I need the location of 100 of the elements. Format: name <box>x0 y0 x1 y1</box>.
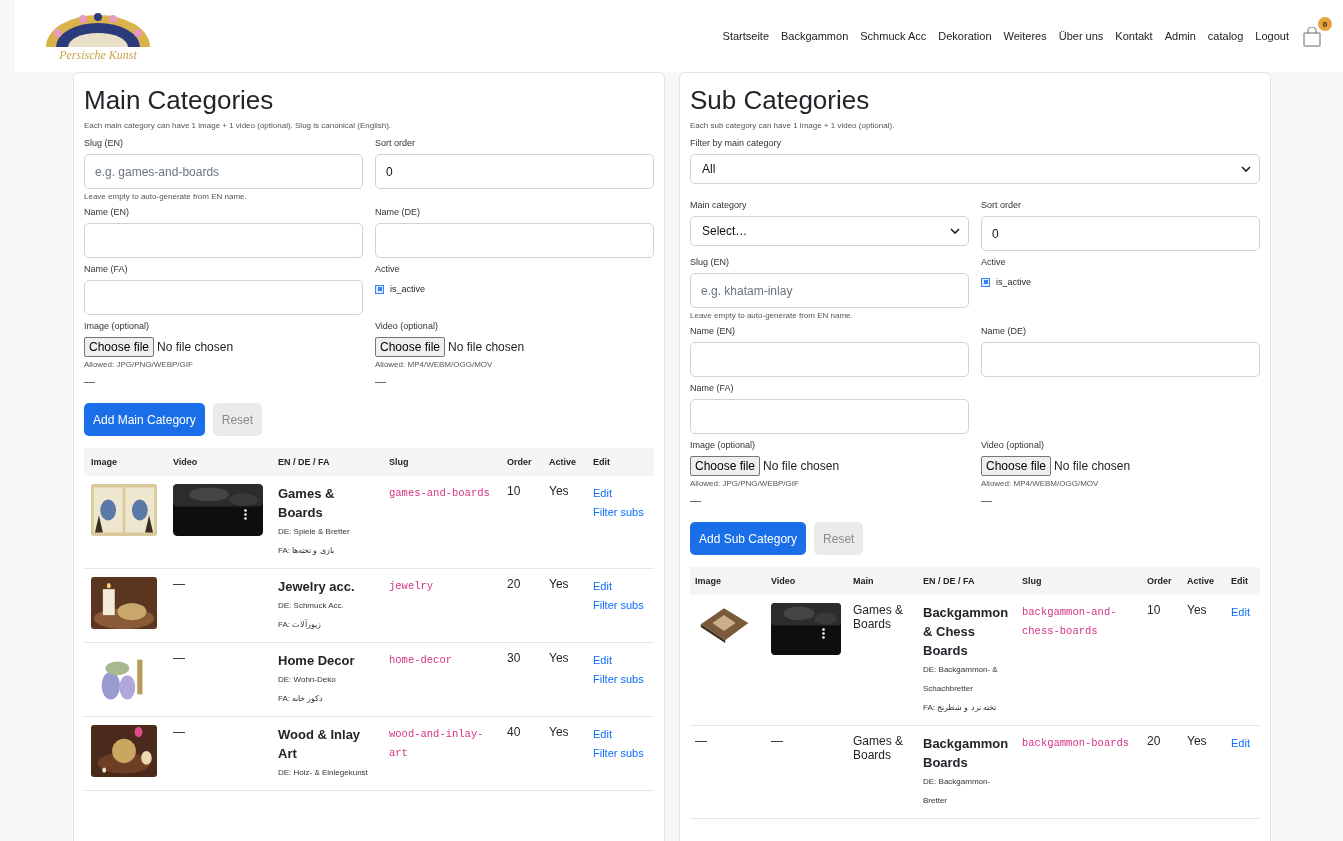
table-link[interactable]: Edit <box>593 484 647 503</box>
column-header: Order <box>1142 567 1182 595</box>
column-header: Main <box>848 567 918 595</box>
active-text: Yes <box>549 651 569 665</box>
empty-dash: — <box>695 734 708 748</box>
field-label: Image (optional) <box>690 440 757 450</box>
chevron-icon <box>950 227 960 235</box>
field-label: Slug (EN) <box>84 138 124 148</box>
field-label: Name (EN) <box>690 326 736 336</box>
slug-text: backgammon-boards <box>1022 737 1130 749</box>
field-label: Sort order <box>375 138 417 148</box>
field-hint: Allowed: MP4/WEBM/OGG/MOV <box>375 360 494 369</box>
text-field[interactable] <box>84 223 363 258</box>
text-field[interactable] <box>690 399 969 434</box>
select-field[interactable]: All <box>690 154 1260 184</box>
nav-link[interactable]: Admin <box>1164 30 1196 42</box>
empty-dash: — <box>771 734 784 748</box>
field-label: Name (EN) <box>84 207 130 217</box>
slug-text: jewelry <box>389 580 434 592</box>
table-link[interactable]: Filter subs <box>593 596 647 615</box>
persian-name: FA: بازی و تخته‌ها <box>278 545 335 557</box>
add-button[interactable]: Add Sub Category <box>690 522 807 555</box>
nav-link[interactable]: Logout <box>1255 30 1289 42</box>
category-name: Backgammon & Chess Boards <box>923 604 1010 660</box>
checkbox[interactable] <box>981 277 990 287</box>
category-name: Home Decor <box>278 652 356 670</box>
active-text: Yes <box>1187 734 1207 748</box>
checkbox[interactable] <box>375 284 384 294</box>
column-header: Active <box>542 448 586 476</box>
text-field[interactable]: e.g. games-and-boards <box>84 154 363 189</box>
column-header: Video <box>166 448 271 476</box>
text-field[interactable] <box>690 342 969 377</box>
add-button[interactable]: Add Main Category <box>84 403 205 436</box>
german-name: DE: Schmuck Acc. <box>278 600 345 612</box>
nav-link[interactable]: Weiteres <box>1003 30 1047 42</box>
column-header: EN / DE / FA <box>918 567 1017 595</box>
column-header: Edit <box>1226 567 1260 595</box>
field-hint: Allowed: JPG/PNG/WEBP/GIF <box>690 479 800 488</box>
table-link[interactable]: Filter subs <box>593 670 647 689</box>
text-field[interactable] <box>84 280 363 315</box>
more-icon[interactable] <box>822 628 825 639</box>
field-label: Main category <box>690 200 748 210</box>
no-preview-dash: — <box>981 494 992 506</box>
table-link[interactable]: Edit <box>593 725 647 744</box>
category-name: Backgammon Boards <box>923 735 1010 772</box>
more-icon[interactable] <box>244 509 247 520</box>
field-hint: Leave empty to auto-generate from EN name. <box>84 192 248 201</box>
select-field[interactable]: Select… <box>690 216 969 246</box>
field-hint: Allowed: JPG/PNG/WEBP/GIF <box>84 360 194 369</box>
field-label: Image (optional) <box>84 321 151 331</box>
field-label: Name (DE) <box>981 326 1027 336</box>
column-header: Slug <box>382 448 500 476</box>
order-text: 20 <box>507 577 521 591</box>
text-field[interactable]: e.g. khatam-inlay <box>690 273 969 308</box>
active-text: Yes <box>1187 603 1207 617</box>
field-label: Video (optional) <box>981 440 1045 450</box>
table-link[interactable]: Filter subs <box>593 744 647 763</box>
choose-file-button[interactable]: Choose file <box>375 337 446 357</box>
nav-link[interactable]: catalog <box>1207 30 1244 42</box>
text-field[interactable]: 0 <box>981 216 1260 251</box>
empty-dash: — <box>173 651 186 665</box>
slug-text: backgammon-and-chess-boards <box>1022 606 1117 637</box>
table-link[interactable]: Edit <box>1231 603 1255 622</box>
panel-title: Sub Categories <box>690 85 871 115</box>
shopping-bag-icon[interactable] <box>1303 27 1321 47</box>
table-link[interactable]: Edit <box>593 651 647 670</box>
main-category-text: Games & Boards <box>853 603 903 631</box>
field-label: Filter by main category <box>690 138 783 148</box>
field-label: Video (optional) <box>375 321 439 331</box>
nav-link[interactable]: Backgammon <box>781 30 849 42</box>
table-link[interactable]: Filter subs <box>593 503 647 522</box>
text-field[interactable] <box>981 342 1260 377</box>
field-hint: Leave empty to auto-generate from EN name. <box>690 311 854 320</box>
choose-file-button[interactable]: Choose file <box>84 337 155 357</box>
no-preview-dash: — <box>375 375 386 387</box>
german-name: DE: Holz- & Einlegekunst <box>278 767 369 779</box>
no-preview-dash: — <box>84 375 95 387</box>
german-name: DE: Wohn-Deko <box>278 674 337 686</box>
order-text: 10 <box>507 484 521 498</box>
empty-dash: — <box>173 577 186 591</box>
choose-file-button[interactable]: Choose file <box>690 456 761 476</box>
nav-link[interactable]: Startseite <box>722 30 769 42</box>
field-label: Active <box>981 257 1007 267</box>
nav-link[interactable]: Kontakt <box>1115 30 1153 42</box>
order-text: 20 <box>1147 734 1161 748</box>
german-name: DE: Backgammon-Bretter <box>923 776 992 807</box>
order-text: 40 <box>507 725 521 739</box>
table-link[interactable]: Edit <box>593 577 647 596</box>
german-name: DE: Backgammon- & Schachbretter <box>923 664 999 695</box>
choose-file-button[interactable]: Choose file <box>981 456 1052 476</box>
file-status: No file chosen <box>1054 459 1131 473</box>
nav-link[interactable]: Über uns <box>1058 30 1104 42</box>
persian-name: FA: زیورآلات <box>278 618 323 631</box>
text-field[interactable]: 0 <box>375 154 654 189</box>
text-field[interactable] <box>375 223 654 258</box>
file-status: No file chosen <box>448 340 525 354</box>
file-status: No file chosen <box>157 340 234 354</box>
table-link[interactable]: Edit <box>1231 734 1255 753</box>
nav-link[interactable]: Schmuck Acc <box>860 30 927 42</box>
nav-link[interactable]: Dekoration <box>938 30 992 42</box>
